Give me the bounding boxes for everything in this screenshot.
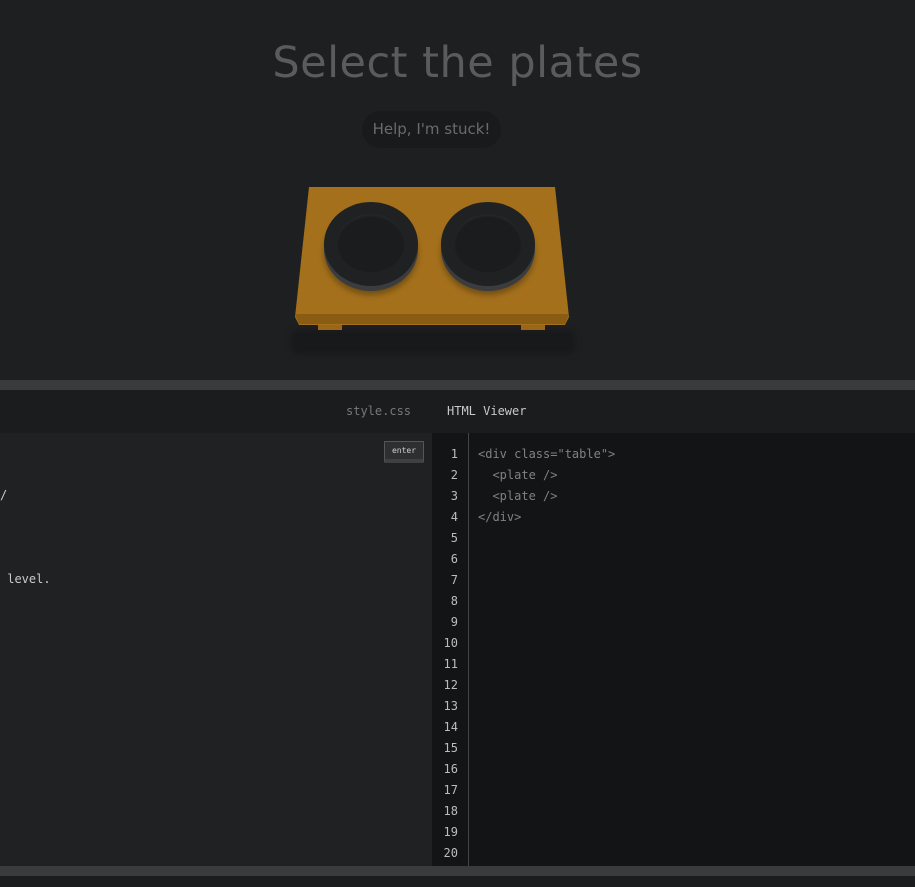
line-number: 15	[443, 741, 458, 755]
line-number: 11	[443, 657, 458, 671]
table-edge	[295, 314, 569, 324]
enter-button[interactable]: enter	[384, 441, 424, 463]
footer-bar	[0, 876, 915, 887]
line-number: 17	[443, 783, 458, 797]
editor-tab-bar: style.css HTML Viewer	[0, 390, 915, 433]
line-number: 16	[443, 762, 458, 776]
line-number: 6	[450, 552, 458, 566]
css-editor-line: /	[0, 488, 8, 502]
css-editor-line: level.	[0, 572, 51, 586]
help-button[interactable]: Help, I'm stuck!	[362, 111, 501, 148]
tab-html-viewer[interactable]: HTML Viewer	[447, 404, 526, 418]
line-number: 20	[443, 846, 458, 860]
line-number: 14	[443, 720, 458, 734]
plate-1[interactable]	[324, 202, 418, 286]
html-code-line-table-close[interactable]: </div>	[478, 510, 521, 524]
line-number: 13	[443, 699, 458, 713]
line-number: 1	[450, 447, 458, 461]
pane-divider-top[interactable]	[0, 380, 915, 390]
html-code-line-plate[interactable]: <plate />	[478, 489, 557, 503]
game-area: Select the plates Help, I'm stuck!	[0, 0, 915, 380]
plate-2[interactable]	[441, 202, 535, 286]
pane-divider-bottom[interactable]	[0, 866, 915, 876]
line-number: 2	[450, 468, 458, 482]
table-shadow	[291, 330, 575, 354]
line-number: 7	[450, 573, 458, 587]
line-number: 8	[450, 594, 458, 608]
line-number: 18	[443, 804, 458, 818]
table-scene	[285, 180, 585, 360]
line-number: 3	[450, 489, 458, 503]
html-code-line-table-open[interactable]: <div class="table">	[478, 447, 615, 461]
line-number: 4	[450, 510, 458, 524]
line-number-gutter: 1 2 3 4 5 6 7 8 9 10 11 12 13 14 15 16 1…	[432, 433, 469, 866]
html-code-line-plate[interactable]: <plate />	[478, 468, 557, 482]
html-viewer-pane: 1 2 3 4 5 6 7 8 9 10 11 12 13 14 15 16 1…	[432, 433, 915, 866]
line-number: 12	[443, 678, 458, 692]
line-number: 9	[450, 615, 458, 629]
tab-style-css[interactable]: style.css	[346, 404, 411, 418]
line-number: 5	[450, 531, 458, 545]
level-title: Select the plates	[272, 38, 643, 88]
line-number: 10	[443, 636, 458, 650]
css-editor-pane[interactable]: enter / level.	[0, 433, 432, 866]
line-number: 19	[443, 825, 458, 839]
